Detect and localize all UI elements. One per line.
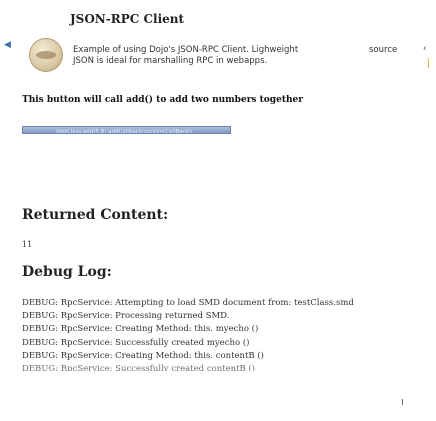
returned-content-heading: Returned Content: bbox=[22, 207, 169, 223]
log-line: DEBUG: RpcService: Processing returned S… bbox=[22, 311, 230, 322]
log-line: DEBUG: RpcService: Successfully created … bbox=[22, 337, 250, 348]
call-add-button[interactable]: testClass.add(5,8).addCallback(contentCa… bbox=[22, 126, 231, 134]
accent-bar bbox=[428, 58, 429, 68]
previous-arrow-icon[interactable]: ◀ bbox=[4, 40, 11, 50]
dojo-logo bbox=[29, 38, 63, 72]
source-link[interactable]: source bbox=[369, 45, 397, 55]
example-description: Example of using Dojo's JSON-RPC Client.… bbox=[73, 45, 299, 66]
logo-mark bbox=[36, 51, 56, 59]
debug-log-heading: Debug Log: bbox=[22, 264, 112, 280]
scroll-marker bbox=[402, 399, 403, 405]
page-title: JSON-RPC Client bbox=[70, 12, 185, 26]
instruction-text: This button will call add() to add two n… bbox=[22, 95, 303, 105]
returned-value: 11 bbox=[22, 240, 33, 249]
log-line: DEBUG: RpcService: Attempting to load SM… bbox=[22, 298, 354, 308]
log-line: DEBUG: RpcService: Successfully created … bbox=[22, 363, 256, 371]
log-line: DEBUG: RpcService: Creating Method: this… bbox=[22, 350, 264, 361]
log-line: DEBUG: RpcService: Creating Method: this… bbox=[22, 324, 259, 335]
next-arrow-icon[interactable]: ‹ bbox=[423, 44, 427, 54]
debug-log: DEBUG: RpcService: Attempting to load SM… bbox=[22, 297, 422, 371]
